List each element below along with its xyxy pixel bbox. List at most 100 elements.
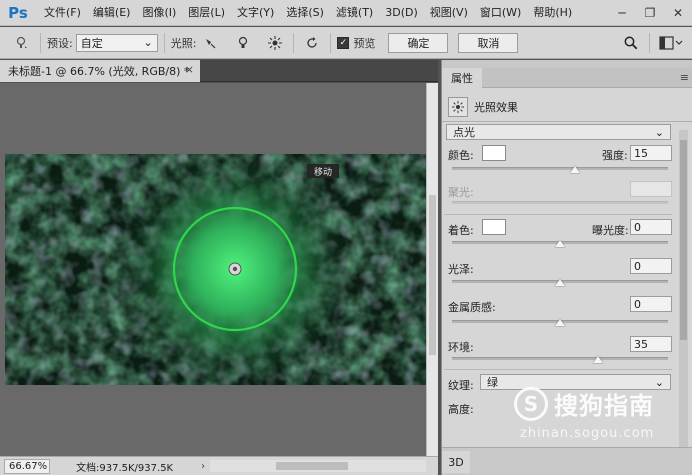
color-label: 颜色: [448, 149, 474, 162]
filter-name: 光照效果 [474, 101, 518, 114]
tint-label: 着色: [448, 224, 474, 237]
properties-panel: 属性 ≡ 光照效果 点光 ⌄ 颜色: 强度: 15 聚光: 着色: 曝光度: 0… [441, 60, 692, 475]
restore-icon[interactable]: ❐ [636, 0, 664, 26]
options-bar: 预设: 自定 ⌄ 光照: ✓ 预览 确定 取消 [0, 27, 692, 59]
search-icon[interactable] [621, 33, 641, 53]
ambience-input[interactable]: 35 [630, 336, 672, 352]
move-tooltip: 移动 [307, 164, 339, 178]
metallic-label: 金属质感: [448, 301, 496, 314]
menu-image[interactable]: 图像(I) [136, 0, 182, 26]
window-controls: ─ ❐ ✕ [608, 0, 692, 26]
texture-label: 纹理: [448, 379, 474, 392]
canvas-area[interactable]: 移动 [0, 83, 426, 456]
light-type-value: 点光 [453, 126, 475, 139]
light-type-select[interactable]: 点光 ⌄ [446, 124, 671, 140]
menu-view[interactable]: 视图(V) [424, 0, 474, 26]
exposure-input[interactable]: 0 [630, 219, 672, 235]
chevron-right-icon[interactable]: › [201, 461, 205, 472]
scrollbar-thumb[interactable] [680, 140, 687, 340]
tab-properties[interactable]: 属性 [442, 68, 482, 88]
scrollbar-thumb[interactable] [429, 195, 436, 355]
panel-menu-icon[interactable]: ≡ [680, 71, 689, 84]
separator [163, 32, 165, 53]
menu-window[interactable]: 窗口(W) [474, 0, 527, 26]
ambience-slider-thumb[interactable] [592, 356, 603, 363]
minimize-icon[interactable]: ─ [608, 0, 636, 26]
tint-color-swatch[interactable] [482, 219, 506, 235]
preset-value: 自定 [80, 36, 103, 50]
preview-checkbox[interactable]: ✓ [337, 36, 350, 49]
metallic-input[interactable]: 0 [630, 296, 672, 312]
document-size: 文档:937.5K/937.5K [76, 462, 174, 474]
preview-label: 预览 [353, 36, 376, 50]
light-tool-preset-icon[interactable] [12, 33, 32, 53]
chevron-down-icon: ⌄ [143, 36, 153, 49]
document-title: 未标题-1 @ 66.7% (光效, RGB/8) * [8, 65, 190, 78]
section-divider [444, 214, 672, 215]
intensity-input[interactable]: 15 [630, 145, 672, 161]
canvas-vertical-scrollbar[interactable] [426, 83, 438, 456]
reset-icon[interactable] [302, 33, 322, 53]
menu-file[interactable]: 文件(F) [38, 0, 87, 26]
chevron-down-icon: ⌄ [654, 375, 664, 389]
status-bar: 66.67% 文档:937.5K/937.5K › [0, 456, 438, 475]
photoshop-logo: Ps [8, 3, 28, 22]
menu-type[interactable]: 文字(Y) [231, 0, 280, 26]
exposure-slider-thumb[interactable] [555, 240, 565, 247]
menu-select[interactable]: 选择(S) [280, 0, 330, 26]
panel-divider [442, 121, 692, 122]
gloss-input[interactable]: 0 [630, 258, 672, 274]
menu-edit[interactable]: 编辑(E) [87, 0, 137, 26]
ambience-slider[interactable] [452, 357, 668, 360]
exposure-label: 曝光度: [592, 224, 629, 237]
intensity-slider[interactable] [452, 167, 668, 170]
gloss-slider-thumb[interactable] [555, 279, 565, 286]
scrollbar-thumb[interactable] [276, 462, 348, 470]
preset-select[interactable]: 自定 ⌄ [75, 33, 158, 52]
menu-bar: Ps 文件(F) 编辑(E) 图像(I) 图层(L) 文字(Y) 选择(S) 滤… [0, 0, 692, 26]
menu-help[interactable]: 帮助(H) [527, 0, 578, 26]
hotspot-label: 聚光: [448, 186, 474, 199]
intensity-slider-thumb[interactable] [570, 166, 581, 173]
infinite-light-icon[interactable] [265, 33, 285, 53]
light-color-swatch[interactable] [482, 145, 506, 161]
section-divider [444, 369, 672, 370]
textured-green-image [5, 154, 426, 385]
panel-tab-row: 属性 ≡ [442, 68, 692, 88]
hotspot-slider [452, 201, 668, 204]
metallic-slider-thumb[interactable] [555, 319, 565, 326]
close-icon[interactable]: ✕ [664, 0, 692, 26]
panel-scrollbar[interactable] [679, 130, 688, 450]
height-label: 高度: [448, 403, 474, 416]
intensity-label: 强度: [602, 149, 628, 162]
canvas-horizontal-scrollbar[interactable] [210, 460, 426, 472]
zoom-level[interactable]: 66.67% [4, 458, 50, 474]
separator [649, 32, 650, 53]
document-tab-bar: 未标题-1 @ 66.7% (光效, RGB/8) * × [0, 60, 438, 82]
texture-value: 绿 [487, 376, 498, 389]
ok-button[interactable]: 确定 [388, 32, 449, 53]
lighting-effects-icon [448, 97, 468, 117]
panel-bottom-bar: 3D [442, 447, 692, 475]
close-tab-icon[interactable]: × [185, 63, 194, 76]
workspace-icon[interactable] [658, 33, 684, 53]
chevron-down-icon: ⌄ [654, 125, 664, 139]
spot-light-icon[interactable] [201, 33, 221, 53]
document-tab[interactable]: 未标题-1 @ 66.7% (光效, RGB/8) * × [0, 60, 200, 82]
separator [40, 32, 41, 53]
separator [293, 32, 295, 53]
panel-top-strip [442, 60, 692, 68]
menu-layer[interactable]: 图层(L) [182, 0, 231, 26]
light-label: 光照: [170, 36, 197, 50]
hotspot-input [630, 181, 672, 197]
filter-header: 光照效果 [448, 97, 518, 117]
watermark-url: zhinan.sogou.com [520, 426, 655, 441]
point-light-icon[interactable] [233, 33, 253, 53]
canvas-image[interactable]: 移动 [5, 154, 426, 385]
sogou-logo-icon: S [514, 386, 548, 421]
ambience-label: 环境: [448, 341, 474, 354]
cancel-button[interactable]: 取消 [458, 32, 519, 53]
menu-3d[interactable]: 3D(D) [379, 0, 424, 26]
menu-filter[interactable]: 滤镜(T) [330, 0, 379, 26]
tab-3d[interactable]: 3D [442, 451, 470, 473]
